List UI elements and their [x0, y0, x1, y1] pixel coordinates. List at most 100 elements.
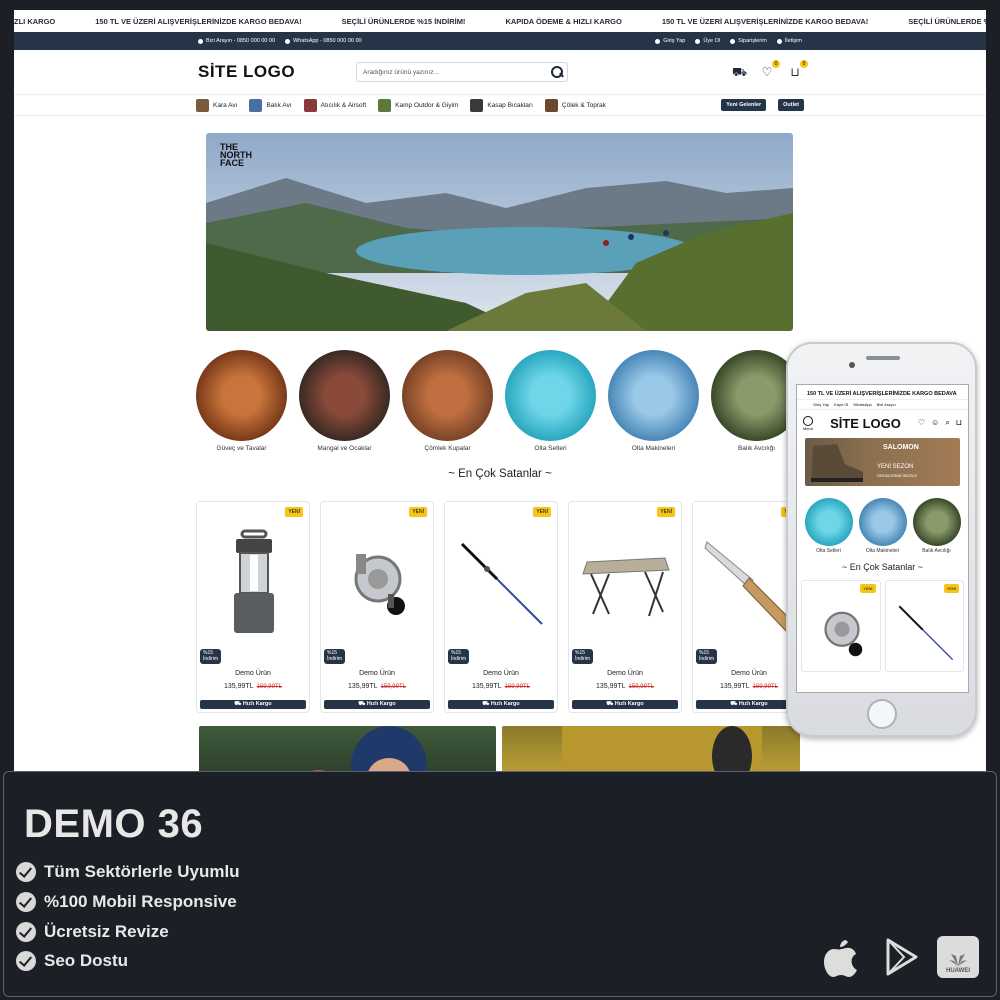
whatsapp-link[interactable]: WhatsApp - 0850 000 00 00 [285, 38, 362, 44]
circle-category[interactable]: Mangal ve Ocaklar [299, 350, 390, 452]
category-item[interactable]: Kamp Outdor & Giyim [378, 98, 459, 112]
product-card[interactable]: YENİ %15İndirim Demo Ürün 135,99TL159,99… [568, 501, 682, 713]
category-icon [544, 98, 558, 112]
product-name[interactable]: Demo Ürün [321, 670, 433, 677]
mobile-logo[interactable]: SİTE LOGO [830, 416, 901, 431]
heart-icon[interactable]: ♡ [918, 418, 925, 428]
mobile-product-grid: YENİ YENİ [797, 580, 968, 672]
product-price: 135,99TL 159,99TL [445, 683, 557, 690]
cart-icon[interactable]: ⊔ 0 [788, 60, 808, 79]
discount-badge: %15 İndirim [696, 649, 718, 664]
phone-link[interactable]: Bizi Arayın - 0850 000 00 00 [198, 38, 275, 44]
register-link[interactable]: Üye Ol [695, 38, 720, 44]
mobile-screen: 150 TL VE ÜZERİ ALIŞVERİŞLERİNİZDE KARGO… [796, 384, 969, 693]
price-old: 159,99TL [504, 684, 530, 690]
fishing-reel-icon [824, 611, 863, 657]
feature-item: Seo Dostu [16, 951, 128, 971]
product-card[interactable]: YENİ %15İndirim Demo Ürün 135,99TL159,99… [444, 501, 558, 713]
hero-banner[interactable]: THE NORTH FACE [206, 133, 793, 331]
orders-link[interactable]: Siparişlerim [730, 38, 767, 44]
circle-category[interactable]: Balık Avcılığı [912, 498, 961, 554]
price-old: 159,99TL [628, 684, 654, 690]
product-card[interactable]: YENİ %15İndirim Demo Ürün 135,99TL159,99… [320, 501, 434, 713]
box-icon [730, 38, 736, 44]
outlet-button[interactable]: Outlet [778, 99, 804, 111]
search-icon[interactable]: ⌕ [945, 418, 949, 428]
category-item[interactable]: Kasap Bıcakları [470, 98, 533, 112]
circle-image [505, 350, 596, 441]
category-item[interactable]: Kara Avı [196, 98, 237, 112]
search-placeholder: Aradığınız ürünü yazınız... [363, 68, 439, 76]
home-button [867, 699, 897, 729]
mobile-whatsapp-link[interactable]: WhatsApp [853, 402, 871, 407]
feature-label: Seo Dostu [44, 951, 129, 970]
product-price: 135,99TL 159,99TL [321, 683, 433, 690]
discount-badge: %15 İndirim [572, 649, 594, 664]
price-old: 159,99TL [752, 684, 778, 690]
new-arrivals-button[interactable]: Yeni Gelenler [721, 99, 767, 111]
circle-label: Mangal ve Ocaklar [317, 445, 372, 452]
category-item[interactable]: Balık Avı [249, 98, 292, 112]
huawei-petal-icon [949, 954, 967, 966]
site-logo[interactable]: SİTE LOGO [198, 62, 356, 82]
brand-logo-line: FACE [220, 158, 245, 168]
circle-category[interactable]: Olta Makineleri [858, 498, 907, 554]
brand-logo: THE NORTH FACE [220, 143, 252, 168]
cart-badge: 0 [800, 60, 808, 68]
product-card[interactable]: YENİ %15İndirim Demo Ürün 135,99TL159,99… [196, 501, 310, 713]
cart-icon[interactable]: ⊔ [956, 418, 962, 428]
product-name[interactable]: Demo Ürün [197, 670, 309, 677]
lantern-icon [207, 524, 301, 644]
fast-cargo-button[interactable]: ⛟ Hızlı Kargo [200, 700, 306, 709]
user-icon[interactable]: ☺ [931, 418, 939, 428]
circle-category[interactable]: Çömlek Kupalar [402, 350, 493, 452]
mobile-login-link[interactable]: Giriş Yap [813, 402, 829, 407]
category-label: Kamp Outdor & Giyim [395, 101, 459, 109]
circle-category[interactable]: Güveç ve Tavalar [196, 350, 287, 452]
category-item[interactable]: Çölek & Toprak [544, 98, 606, 112]
product-price: 135,99TL 159,99TL [197, 683, 309, 690]
search-icon[interactable] [551, 66, 563, 78]
user-plus-icon [695, 38, 701, 44]
mobile-circles: Olta Setleri Olta Makineleri Balık Avcıl… [797, 498, 968, 554]
truck-icon[interactable]: ⛟ [732, 65, 747, 79]
circle-category[interactable]: Olta Setleri [804, 498, 853, 554]
product-name[interactable]: Demo Ürün [569, 670, 681, 677]
category-nav: Kara Avı Balık Avı Atıcılık & Airsoft Ka… [14, 94, 986, 116]
fast-cargo-button[interactable]: ⛟ Hızlı Kargo [324, 700, 430, 709]
heart-icon[interactable]: ♡ 0 [760, 60, 780, 79]
feature-label: Ücretsiz Revize [44, 922, 169, 941]
mobile-banner-title: YENİ SEZON [877, 464, 914, 470]
search-input[interactable]: Aradığınız ürünü yazınız... [356, 62, 568, 82]
speaker-icon [866, 356, 900, 360]
whatsapp-label: WhatsApp - 0850 000 00 00 [293, 38, 362, 44]
mobile-banner-subtitle: ÜRÜNLERİNİ İNCELE [877, 473, 918, 478]
fast-cargo-button[interactable]: ⛟ Hızlı Kargo [448, 700, 554, 709]
register-label: Üye Ol [703, 38, 721, 44]
fast-cargo-button[interactable]: ⛟ Hızlı Kargo [572, 700, 678, 709]
product-card[interactable]: YENİ [884, 580, 964, 672]
product-name[interactable]: Demo Ürün [445, 670, 557, 677]
circle-category[interactable]: Olta Makineleri [608, 350, 699, 452]
category-icon [378, 98, 392, 112]
circle-category[interactable]: Olta Setleri [505, 350, 596, 452]
cargo-label: Hızlı Kargo [614, 701, 644, 707]
menu-button[interactable]: Menü [803, 415, 813, 431]
cargo-label: Hızlı Kargo [490, 701, 520, 707]
price-current: 135,99TL [348, 683, 378, 690]
site-header: SİTE LOGO Aradığınız ürünü yazınız... ⛟ … [14, 50, 986, 94]
new-badge: YENİ [943, 584, 959, 593]
login-link[interactable]: Giriş Yap [655, 38, 685, 44]
mobile-banner[interactable]: SALOMON YENİ SEZON ÜRÜNLERİNİ İNCELE [805, 438, 960, 486]
user-icon [655, 38, 661, 44]
mobile-phone-link[interactable]: Bizi Arayın [877, 402, 896, 407]
mobile-register-link[interactable]: Kayıt Ol [834, 402, 848, 407]
marquee-item: KAPIDA ÖDEME & HIZLI KARGO [505, 16, 622, 26]
product-card[interactable]: YENİ [801, 580, 881, 672]
phone-label: Bizi Arayın - 0850 000 00 00 [206, 38, 276, 44]
product-grid: YENİ %15 İndirim Demo Ürün 135,99TL 159,99… [196, 501, 806, 713]
contact-link[interactable]: İletişim [776, 38, 802, 44]
circle-label: Balık Avcılığı [922, 548, 951, 554]
price-old: 159,99TL [380, 684, 406, 690]
category-item[interactable]: Atıcılık & Airsoft [303, 98, 366, 112]
